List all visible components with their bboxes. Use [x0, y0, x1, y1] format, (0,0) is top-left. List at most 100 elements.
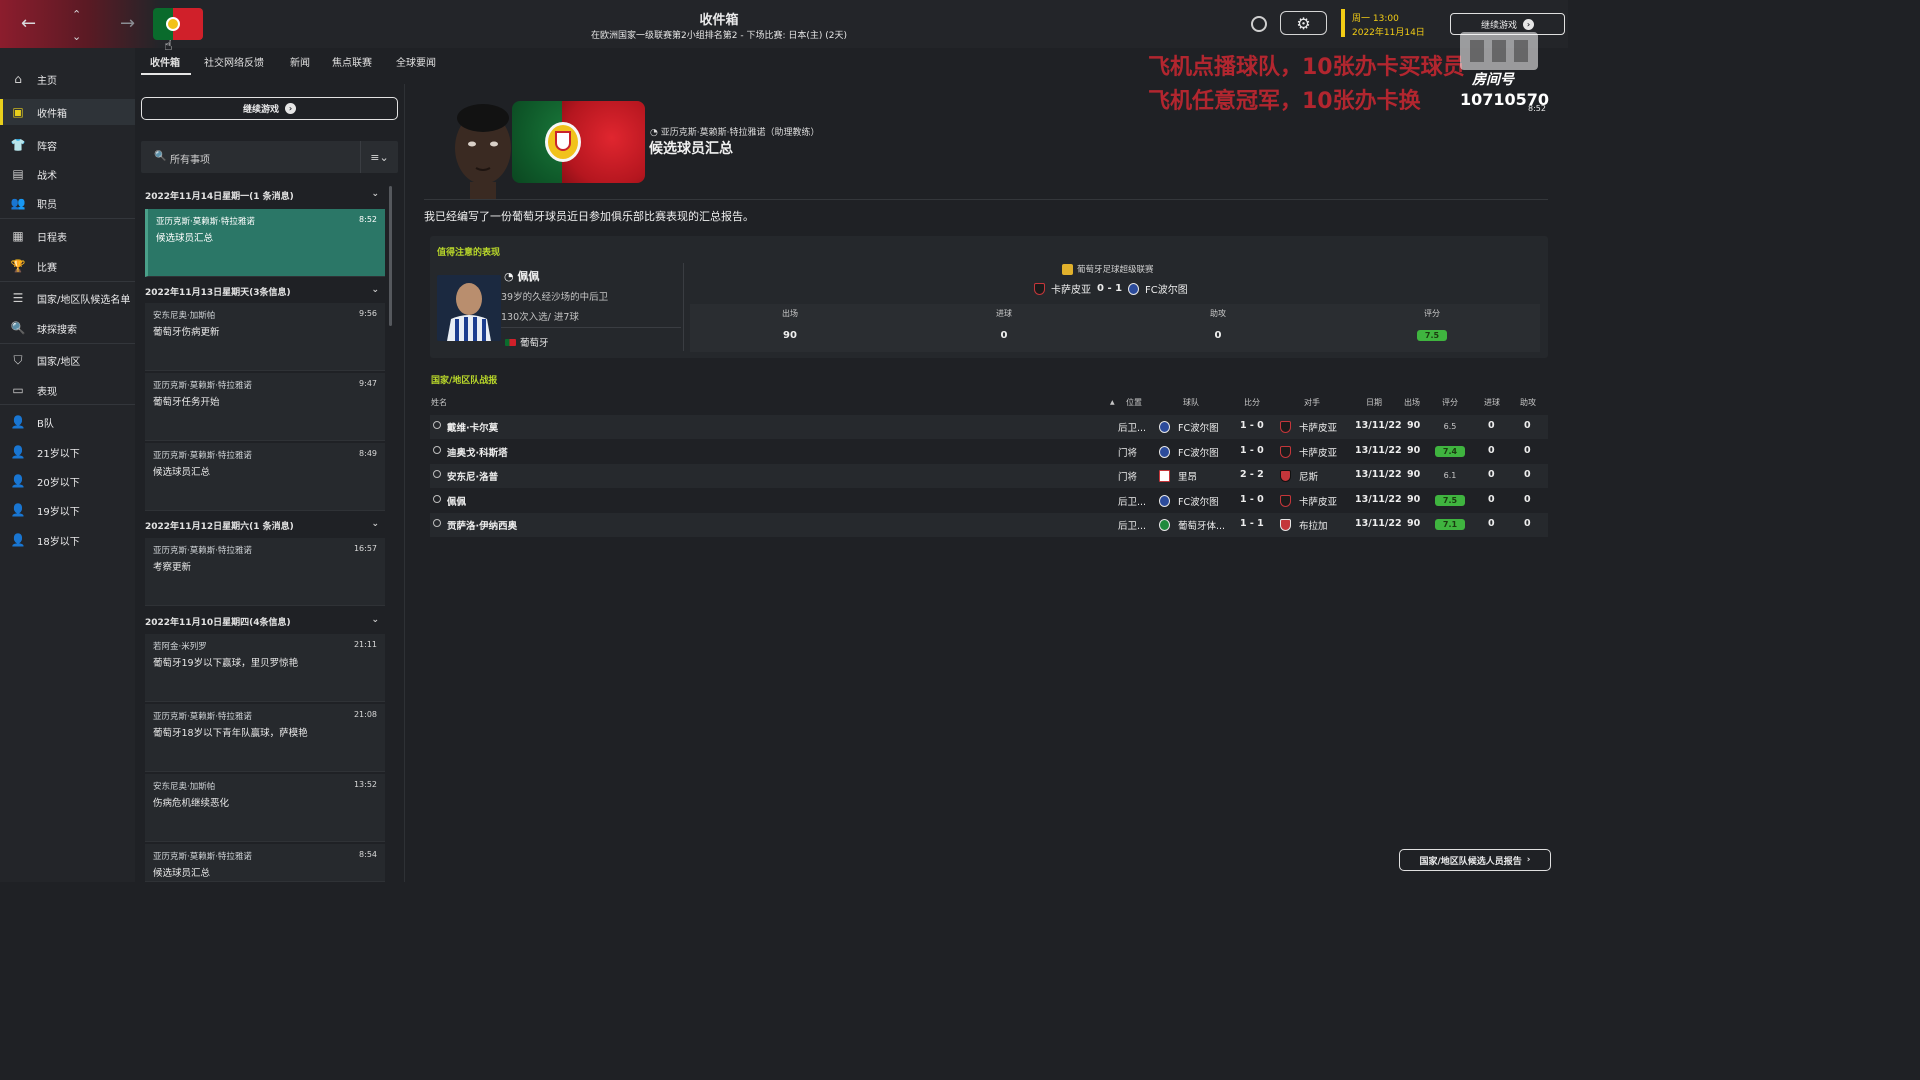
match-result[interactable]: 卡萨皮亚 0 - 1 FC波尔图: [1034, 281, 1188, 296]
table-row[interactable]: 安东尼·洛普 门将 里昂 2 - 2 尼斯 13/11/22 90 6.1 0 …: [430, 464, 1548, 488]
inbox-message[interactable]: 若阿金·米列罗 葡萄牙19岁以下赢球，里贝罗惊艳 21:11: [145, 634, 385, 702]
col-position[interactable]: 位置: [1126, 397, 1142, 408]
player-nation[interactable]: 葡萄牙: [505, 335, 549, 349]
sidebar-item-staff[interactable]: 👥 职员: [0, 190, 135, 216]
player-divider: [501, 327, 681, 328]
portugal-flag-icon[interactable]: [153, 8, 203, 40]
cell-date: 13/11/22: [1355, 469, 1402, 480]
sidebar-item-inbox[interactable]: ▣ 收件箱: [0, 99, 135, 125]
inbox-message[interactable]: 亚历克斯·莫赖斯·特拉雅诺 候选球员汇总 8:49: [145, 443, 385, 511]
away-team: FC波尔图: [1145, 285, 1188, 296]
inbox-message[interactable]: 亚历克斯·莫赖斯·特拉雅诺 葡萄牙任务开始 9:47: [145, 373, 385, 441]
sidebar-item-tactics[interactable]: ▤ 战术: [0, 161, 135, 187]
cell-club[interactable]: 葡萄牙体...: [1178, 518, 1225, 532]
table-row[interactable]: 戴维·卡尔莫 后卫... FC波尔图 1 - 0 卡萨皮亚 13/11/22 9…: [430, 415, 1548, 439]
cell-opponent[interactable]: 卡萨皮亚: [1299, 494, 1337, 508]
sidebar-item-u20[interactable]: 👤 20岁以下: [0, 468, 135, 494]
table-row[interactable]: 迪奥戈·科斯塔 门将 FC波尔图 1 - 0 卡萨皮亚 13/11/22 90 …: [430, 440, 1548, 464]
day-group-header[interactable]: 2022年11月10日星期四(4条信息) ⌄: [145, 615, 385, 633]
cell-goals: 0: [1488, 445, 1495, 456]
col-minutes[interactable]: 出场: [1404, 397, 1420, 408]
inbox-filter[interactable]: 🔍 所有事项 ≡⌄: [141, 141, 398, 173]
player-photo[interactable]: [437, 275, 501, 341]
mouse-cursor-icon: ☝: [164, 38, 173, 54]
col-goals[interactable]: 进球: [1484, 397, 1500, 408]
inbox-message[interactable]: 亚历克斯·莫赖斯·特拉雅诺 考察更新 16:57: [145, 538, 385, 606]
sidebar-item-u18[interactable]: 👤 18岁以下: [0, 527, 135, 553]
content-divider: [424, 199, 1548, 200]
inbox-message[interactable]: 安东尼奥·加斯帕 伤病危机继续恶化 13:52: [145, 774, 385, 842]
col-score[interactable]: 比分: [1244, 397, 1260, 408]
tab-focus-leagues[interactable]: 焦点联赛: [332, 54, 372, 69]
sidebar-item-u21[interactable]: 👤 21岁以下: [0, 439, 135, 465]
message-time: 8:52: [359, 215, 377, 224]
col-club[interactable]: 球队: [1183, 397, 1199, 408]
top-bar: ← ⌃ ⌄ → ☝ 收件箱 在欧洲国家一级联赛第2小组排名第2 - 下场比赛: …: [0, 0, 1568, 54]
inbox-message[interactable]: 安东尼奥·加斯帕 葡萄牙伤病更新 9:56: [145, 303, 385, 371]
tab-news[interactable]: 新闻: [290, 54, 310, 69]
sidebar-item-nation[interactable]: ⛉ 国家/地区: [0, 347, 135, 373]
sidebar-item-performance[interactable]: ▭ 表现: [0, 377, 135, 403]
col-rating[interactable]: 评分: [1442, 397, 1458, 408]
message-sender: 亚历克斯·莫赖斯·特拉雅诺: [153, 712, 252, 722]
col-opponent[interactable]: 对手: [1304, 397, 1320, 408]
stat-value: 7.5: [1332, 330, 1532, 341]
day-group-label: 2022年11月14日星期一(1 条消息): [145, 192, 294, 202]
inbox-message[interactable]: 亚历克斯·莫赖斯·特拉雅诺 葡萄牙18岁以下青年队赢球，萨模艳 21:08: [145, 704, 385, 772]
match-competition[interactable]: 葡萄牙足球超级联赛: [1062, 263, 1154, 275]
col-date[interactable]: 日期: [1366, 397, 1382, 408]
day-group-header[interactable]: 2022年11月12日星期六(1 条消息) ⌄: [145, 519, 385, 537]
inbox-message[interactable]: 亚历克斯·莫赖斯·特拉雅诺 候选球员汇总 8:52: [145, 209, 385, 277]
cell-opponent[interactable]: 卡萨皮亚: [1299, 445, 1337, 459]
cell-name[interactable]: 佩佩: [447, 494, 466, 508]
cell-club[interactable]: 里昂: [1178, 469, 1197, 483]
history-up-icon[interactable]: ⌃: [72, 6, 81, 24]
sidebar-item-schedule[interactable]: ▦ 日程表: [0, 223, 135, 249]
active-tab-indicator: [141, 73, 191, 75]
cell-rating: 7.5: [1435, 495, 1465, 506]
chevron-down-icon: ⌄: [371, 285, 379, 295]
settings-button[interactable]: ⚙: [1280, 11, 1327, 35]
col-name[interactable]: 姓名: [431, 397, 447, 408]
cell-opponent[interactable]: 卡萨皮亚: [1299, 420, 1337, 434]
sidebar-item-national-squad-list[interactable]: ☰ 国家/地区队候选名单: [0, 285, 135, 311]
player-name[interactable]: ◔ 佩佩: [504, 268, 539, 284]
sidebar-item-competitions[interactable]: 🏆 比赛: [0, 253, 135, 279]
chevron-down-icon: ⌄: [371, 189, 379, 199]
table-row[interactable]: 贡萨洛·伊纳西奥 后卫... 葡萄牙体... 1 - 1 布拉加 13/11/2…: [430, 513, 1548, 537]
forward-arrow-icon[interactable]: →: [120, 15, 135, 33]
page-subtitle: 在欧洲国家一级联赛第2小组排名第2 - 下场比赛: 日本(主) (2天): [591, 31, 847, 41]
cell-club[interactable]: FC波尔图: [1178, 445, 1219, 459]
inbox-scrollbar[interactable]: [389, 186, 392, 326]
cell-club[interactable]: FC波尔图: [1178, 494, 1219, 508]
cell-name[interactable]: 迪奥戈·科斯塔: [447, 445, 508, 459]
tab-world-news[interactable]: 全球要闻: [396, 54, 436, 69]
history-down-icon[interactable]: ⌄: [72, 28, 81, 46]
tab-inbox[interactable]: 收件箱: [150, 54, 180, 69]
day-group-header[interactable]: 2022年11月14日星期一(1 条消息) ⌄: [145, 189, 385, 207]
inbox-message[interactable]: 亚历克斯·莫赖斯·特拉雅诺 候选球员汇总 8:54: [145, 844, 385, 882]
continue-game-button[interactable]: 继续游戏 ›: [141, 97, 398, 120]
sidebar-item-squad[interactable]: 👕 阵容: [0, 132, 135, 158]
cell-name[interactable]: 戴维·卡尔莫: [447, 420, 498, 434]
cell-name[interactable]: 贡萨洛·伊纳西奥: [447, 518, 517, 532]
sidebar-item-u19[interactable]: 👤 19岁以下: [0, 497, 135, 523]
sort-asc-icon[interactable]: ▲: [1110, 399, 1115, 406]
col-assists[interactable]: 助攻: [1520, 397, 1536, 408]
cell-name[interactable]: 安东尼·洛普: [447, 469, 498, 483]
national-report-button[interactable]: 国家/地区队候选人员报告 ›: [1399, 849, 1551, 871]
help-icon[interactable]: [1251, 16, 1267, 32]
sidebar-item-scouting[interactable]: 🔍 球探搜索: [0, 315, 135, 341]
sort-menu-icon[interactable]: ≡⌄: [360, 141, 398, 173]
stat-value: 0: [1000, 330, 1008, 341]
cell-club[interactable]: FC波尔图: [1178, 420, 1219, 434]
tab-social-feed[interactable]: 社交网络反馈: [204, 54, 264, 69]
sidebar-item-b-team[interactable]: 👤 B队: [0, 409, 135, 435]
day-group-label: 2022年11月10日星期四(4条信息): [145, 618, 291, 628]
sidebar-item-home[interactable]: ⌂ 主页: [0, 66, 135, 92]
day-group-header[interactable]: 2022年11月13日星期天(3条信息) ⌄: [145, 285, 385, 303]
cell-opponent[interactable]: 布拉加: [1299, 518, 1328, 532]
cell-opponent[interactable]: 尼斯: [1299, 469, 1318, 483]
table-row[interactable]: 佩佩 后卫... FC波尔图 1 - 0 卡萨皮亚 13/11/22 90 7.…: [430, 489, 1548, 513]
back-arrow-icon[interactable]: ←: [21, 15, 36, 33]
